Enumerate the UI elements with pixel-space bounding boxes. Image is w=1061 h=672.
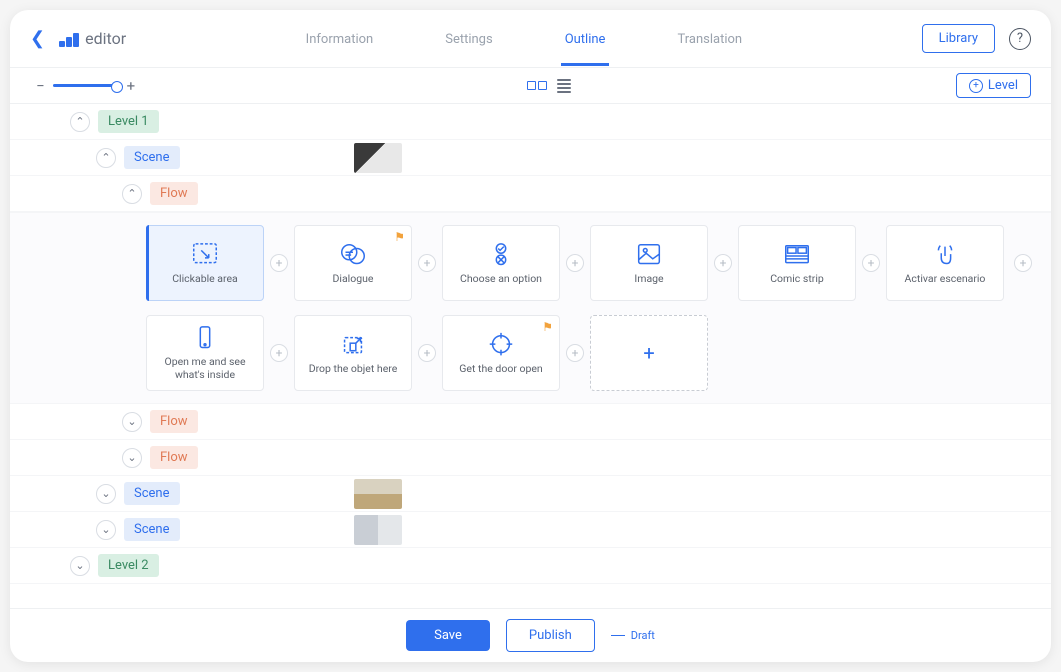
collapse-toggle[interactable]: ⌄ <box>122 412 142 432</box>
row-flow-open: ⌃ Flow <box>10 176 1051 212</box>
plus-circle-icon: + <box>969 79 983 93</box>
choice-icon <box>486 241 516 267</box>
collapse-toggle[interactable]: ⌄ <box>96 484 116 504</box>
collapse-toggle[interactable]: ⌃ <box>70 112 90 132</box>
card-dialogue[interactable]: ⚑ Dialogue <box>294 225 412 301</box>
card-open-me[interactable]: Open me and see what's inside <box>146 315 264 391</box>
help-icon[interactable]: ? <box>1009 28 1031 50</box>
scene-thumbnail[interactable] <box>354 515 402 545</box>
card-view-icon[interactable] <box>527 81 547 90</box>
view-toggles <box>141 79 956 93</box>
card-label: Comic strip <box>766 273 828 286</box>
zoom-in-button[interactable]: + <box>121 77 142 95</box>
tab-information[interactable]: Information <box>302 12 378 66</box>
card-activar-escenario[interactable]: Activar escenario <box>886 225 1004 301</box>
tab-settings[interactable]: Settings <box>441 12 496 66</box>
card-clickable-area[interactable]: Clickable area <box>146 225 264 301</box>
tool-bar: − + + Level <box>10 68 1051 104</box>
connector-button[interactable]: + <box>418 254 436 272</box>
collapse-toggle[interactable]: ⌃ <box>96 148 116 168</box>
level-chip[interactable]: Level 1 <box>98 110 159 133</box>
connector-button[interactable]: + <box>862 254 880 272</box>
connector-button[interactable]: + <box>1014 254 1032 272</box>
footer: Save Publish Draft <box>10 608 1051 662</box>
card-label: Get the door open <box>455 363 546 376</box>
flow-chip[interactable]: Flow <box>150 182 198 205</box>
collapse-toggle[interactable]: ⌄ <box>122 448 142 468</box>
card-label: Image <box>630 273 667 286</box>
flag-icon: ⚑ <box>394 230 405 244</box>
card-label: Drop the objet here <box>305 363 402 376</box>
library-button[interactable]: Library <box>922 24 995 53</box>
row-scene-3: ⌄ Scene <box>10 512 1051 548</box>
flow-chip[interactable]: Flow <box>150 410 198 433</box>
scene-chip[interactable]: Scene <box>124 518 180 541</box>
connector-button[interactable]: + <box>270 344 288 362</box>
card-get-door[interactable]: ⚑ Get the door open <box>442 315 560 391</box>
row-flow-3: ⌄ Flow <box>10 440 1051 476</box>
connector-button[interactable]: + <box>270 254 288 272</box>
tab-translation[interactable]: Translation <box>673 12 746 66</box>
flow-chip[interactable]: Flow <box>150 446 198 469</box>
card-row-2: Open me and see what's inside + Drop the… <box>104 315 1039 391</box>
drop-icon <box>338 331 368 357</box>
target-icon <box>486 331 516 357</box>
row-level-1: ⌃ Level 1 <box>10 104 1051 140</box>
top-right: Library ? <box>922 24 1031 53</box>
list-view-icon[interactable] <box>557 79 571 93</box>
cards-area: Clickable area + ⚑ Dialogue + Choose an … <box>10 212 1051 404</box>
add-level-button[interactable]: + Level <box>956 73 1031 98</box>
outline-content: ⌃ Level 1 ⌃ Scene ⌃ Flow Clickable area <box>10 104 1051 608</box>
flag-icon: ⚑ <box>542 320 553 334</box>
tap-icon <box>930 241 960 267</box>
card-label: Dialogue <box>329 273 378 286</box>
top-nav: Information Settings Outline Translation <box>126 12 922 66</box>
card-row-1: Clickable area + ⚑ Dialogue + Choose an … <box>104 225 1039 301</box>
publish-button[interactable]: Publish <box>506 619 595 652</box>
card-comic-strip[interactable]: Comic strip <box>738 225 856 301</box>
connector-button[interactable]: + <box>714 254 732 272</box>
scene-chip[interactable]: Scene <box>124 146 180 169</box>
card-image[interactable]: Image <box>590 225 708 301</box>
image-icon <box>634 241 664 267</box>
connector-button[interactable]: + <box>418 344 436 362</box>
card-label: Clickable area <box>168 273 242 286</box>
collapse-toggle[interactable]: ⌃ <box>122 184 142 204</box>
logo-text: editor <box>85 29 126 48</box>
card-label: Open me and see what's inside <box>147 356 263 381</box>
save-button[interactable]: Save <box>406 620 490 651</box>
level-chip[interactable]: Level 2 <box>98 554 159 577</box>
scene-thumbnail[interactable] <box>354 479 402 509</box>
card-drop-here[interactable]: Drop the objet here <box>294 315 412 391</box>
tab-outline[interactable]: Outline <box>561 12 610 66</box>
phone-icon <box>190 324 220 350</box>
connector-button[interactable]: + <box>566 254 584 272</box>
zoom-out-button[interactable]: − <box>30 77 51 95</box>
back-button[interactable]: ❮ <box>30 28 45 49</box>
row-scene-2: ⌄ Scene <box>10 476 1051 512</box>
logo-icon <box>59 31 79 47</box>
row-level-2: ⌄ Level 2 <box>10 548 1051 584</box>
zoom-slider[interactable] <box>53 84 119 87</box>
app-frame: ❮ editor Information Settings Outline Tr… <box>10 10 1051 662</box>
collapse-toggle[interactable]: ⌄ <box>96 520 116 540</box>
scene-chip[interactable]: Scene <box>124 482 180 505</box>
card-label: Activar escenario <box>901 273 990 286</box>
comic-icon <box>782 241 812 267</box>
cursor-icon <box>190 241 220 267</box>
app-logo: editor <box>59 29 126 48</box>
card-add-new[interactable]: + <box>590 315 708 391</box>
chat-icon <box>338 241 368 267</box>
top-bar: ❮ editor Information Settings Outline Tr… <box>10 10 1051 68</box>
row-scene: ⌃ Scene <box>10 140 1051 176</box>
draft-status: Draft <box>611 629 655 642</box>
connector-button[interactable]: + <box>566 344 584 362</box>
scene-thumbnail[interactable] <box>354 143 402 173</box>
card-label: Choose an option <box>456 273 546 286</box>
row-flow-2: ⌄ Flow <box>10 404 1051 440</box>
collapse-toggle[interactable]: ⌄ <box>70 556 90 576</box>
card-choose-option[interactable]: Choose an option <box>442 225 560 301</box>
add-level-label: Level <box>988 78 1018 93</box>
